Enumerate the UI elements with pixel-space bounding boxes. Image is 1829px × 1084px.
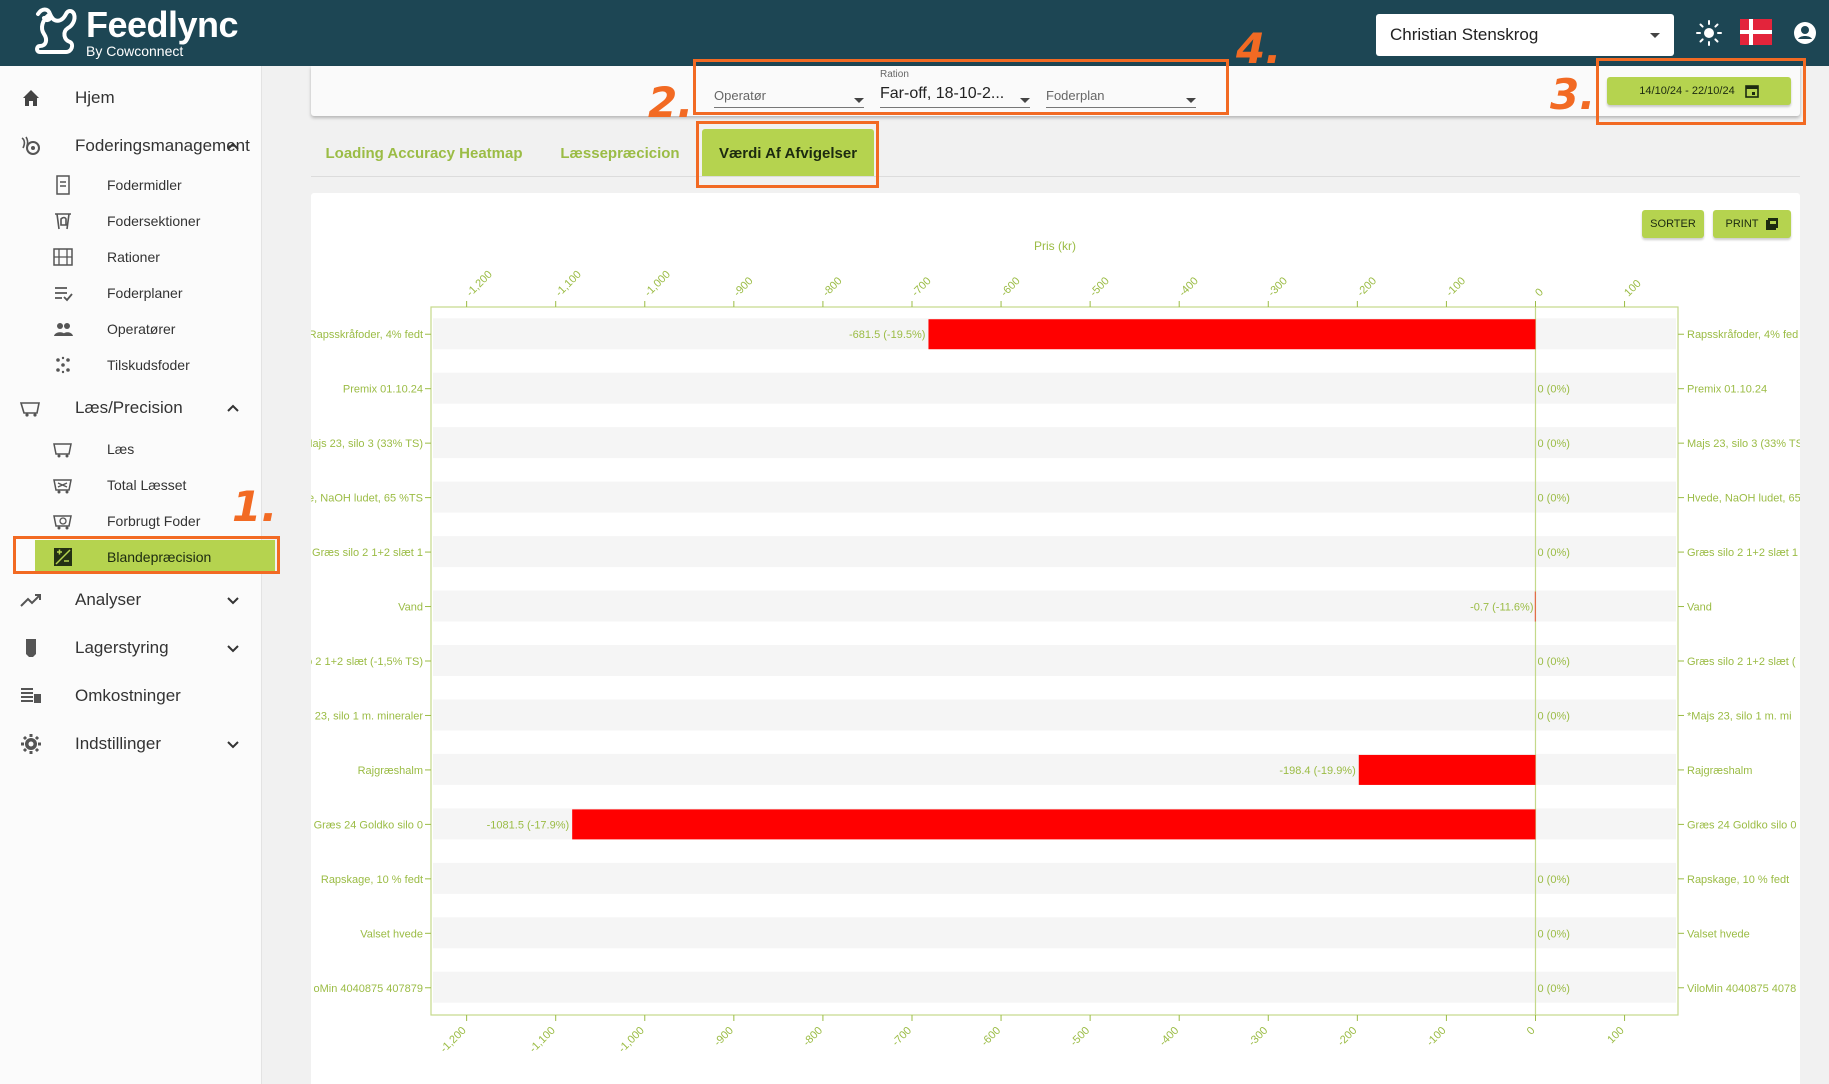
chart-x-tick-label-bottom: -100 [1424,1025,1448,1049]
chart-bar [1534,591,1536,622]
chart-value-label: 0 (0%) [1537,493,1569,505]
chart-category-label-left: Rapskage, 10 % fedt [321,874,423,886]
chart-x-tick-label-bottom: -1,200 [438,1025,469,1056]
annotation-box-4 [696,121,879,188]
chart-x-tick-label-bottom: 0 [1525,1025,1538,1038]
chart-x-tick-label-bottom: -900 [712,1025,736,1049]
chart-value-label: 0 (0%) [1537,710,1569,722]
chart-x-tick-label-bottom: -1,000 [616,1025,647,1056]
chart-row-background [433,645,1676,676]
chart-x-tick-label-bottom: 100 [1605,1025,1626,1046]
chart-category-label-right: Græs silo 2 1+2 slæt ( [1687,656,1796,668]
chart-value-label: 0 (0%) [1537,547,1569,559]
chart-x-tick-label-top: -500 [1088,275,1112,299]
chart-category-label-left: e, NaOH ludet, 65 %TS [308,493,423,505]
annotation-number-2: 2. [648,78,694,127]
annotation-number-1: 1. [232,482,278,531]
chart-x-tick-label-bottom: -800 [801,1025,825,1049]
chart-value-label: -198.4 (-19.9%) [1279,765,1355,777]
chart-category-label-left: Græs silo 2 1+2 slæt 1 [312,547,423,559]
chart-category-label-left: oMin 4040875 407879 [314,983,423,995]
chart-bar [572,809,1536,840]
chart-category-label-right: Majs 23, silo 3 (33% TS [1687,438,1803,450]
chart-x-tick-label-bottom: -500 [1068,1025,1092,1049]
chart-category-label-right: Rapskage, 10 % fedt [1687,874,1789,886]
chart-x-tick-label-top: -1,000 [642,269,673,300]
chart-row-background [433,536,1676,568]
chart-x-tick-label-bottom: -400 [1157,1025,1181,1049]
chart-x-tick-label-top: -900 [731,275,755,299]
chart-category-label-right: Rapsskråfoder, 4% fed [1687,329,1798,341]
annotation-number-4: 4. [1236,24,1282,73]
chart-x-tick-label-bottom: -1,100 [527,1025,558,1056]
chart-category-label-left: Rapsskråfoder, 4% fedt [309,329,423,341]
chart-x-tick-label-bottom: -700 [890,1025,914,1049]
chart-category-label-right: Premix 01.10.24 [1687,384,1767,396]
chart-category-label-left: Græs 24 Goldko silo 0 [314,819,423,831]
chart-category-label-left: Premix 01.10.24 [343,384,423,396]
chart-row-background [433,917,1676,949]
chart-x-tick-label-top: -1,200 [464,269,495,300]
chart-category-label-left: Vand [398,602,423,614]
chart-value-label: 0 (0%) [1537,928,1569,940]
chart-category-label-left: Valset hvede [360,928,423,940]
chart-x-tick-label-top: 100 [1622,278,1643,299]
chart-category-label-right: Valset hvede [1687,928,1750,940]
chart-row-background [433,971,1676,1003]
chart-x-tick-label-top: -600 [999,275,1023,299]
chart-category-label-right: Vand [1687,602,1712,614]
chart-row-background [433,699,1676,731]
chart-row-background [433,862,1676,894]
chart-bar [928,319,1536,350]
chart-x-tick-label-bottom: -600 [979,1025,1003,1049]
chart-category-label-right: Rajgræshalm [1687,765,1752,777]
chart-x-tick-label-top: -800 [821,275,845,299]
chart-value-label: -0.7 (-11.6%) [1470,602,1533,614]
annotation-box-2 [693,59,1229,115]
annotation-box-3 [1596,58,1806,125]
chart-category-label-right: Græs silo 2 1+2 slæt 1 [1687,547,1798,559]
chart-x-tick-label-top: -1,100 [553,269,584,300]
chart-value-label: 0 (0%) [1537,384,1569,396]
chart-category-label-right: *Majs 23, silo 1 m. mi [1687,710,1792,722]
chart-x-tick-label-bottom: -200 [1335,1025,1359,1049]
chart-category-label-left: Majs 23, silo 3 (33% TS) [303,438,423,450]
annotation-number-3: 3. [1550,70,1596,119]
chart-row-background [433,372,1676,404]
chart-x-tick-label-top: -300 [1266,275,1290,299]
chart-value-label: 0 (0%) [1537,656,1569,668]
chart-value-label: 0 (0%) [1537,983,1569,995]
chart-value-label: -1081.5 (-17.9%) [487,819,570,831]
annotation-box-1 [13,536,280,574]
chart-category-label-left: 23, silo 1 m. mineraler [315,710,424,722]
chart-value-label: 0 (0%) [1537,438,1569,450]
chart-value-label: -681.5 (-19.5%) [849,329,925,341]
chart-bar [1358,754,1536,785]
chart-value-label: 0 (0%) [1537,874,1569,886]
chart-x-tick-label-top: -400 [1177,275,1201,299]
chart-x-tick-label-top: -100 [1444,275,1468,299]
chart-category-label-left: o 2 1+2 slæt (-1,5% TS) [306,656,423,668]
chart-x-tick-label-bottom: -300 [1246,1025,1270,1049]
chart-row-background [433,481,1676,513]
chart-category-label-right: Græs 24 Goldko silo 0 [1687,819,1796,831]
chart-category-label-right: Hvede, NaOH ludet, 65 [1687,493,1801,505]
chart-category-label-left: Rajgræshalm [358,765,423,777]
chart-x-tick-label-top: -200 [1355,275,1379,299]
chart-category-label-right: ViloMin 4040875 4078 [1687,983,1796,995]
chart-row-background [433,427,1676,459]
chart-x-tick-label-top: -700 [910,275,934,299]
chart-x-tick-label-top: 0 [1533,286,1546,299]
chart-x-axis-label: Pris (kr) [1034,239,1076,253]
